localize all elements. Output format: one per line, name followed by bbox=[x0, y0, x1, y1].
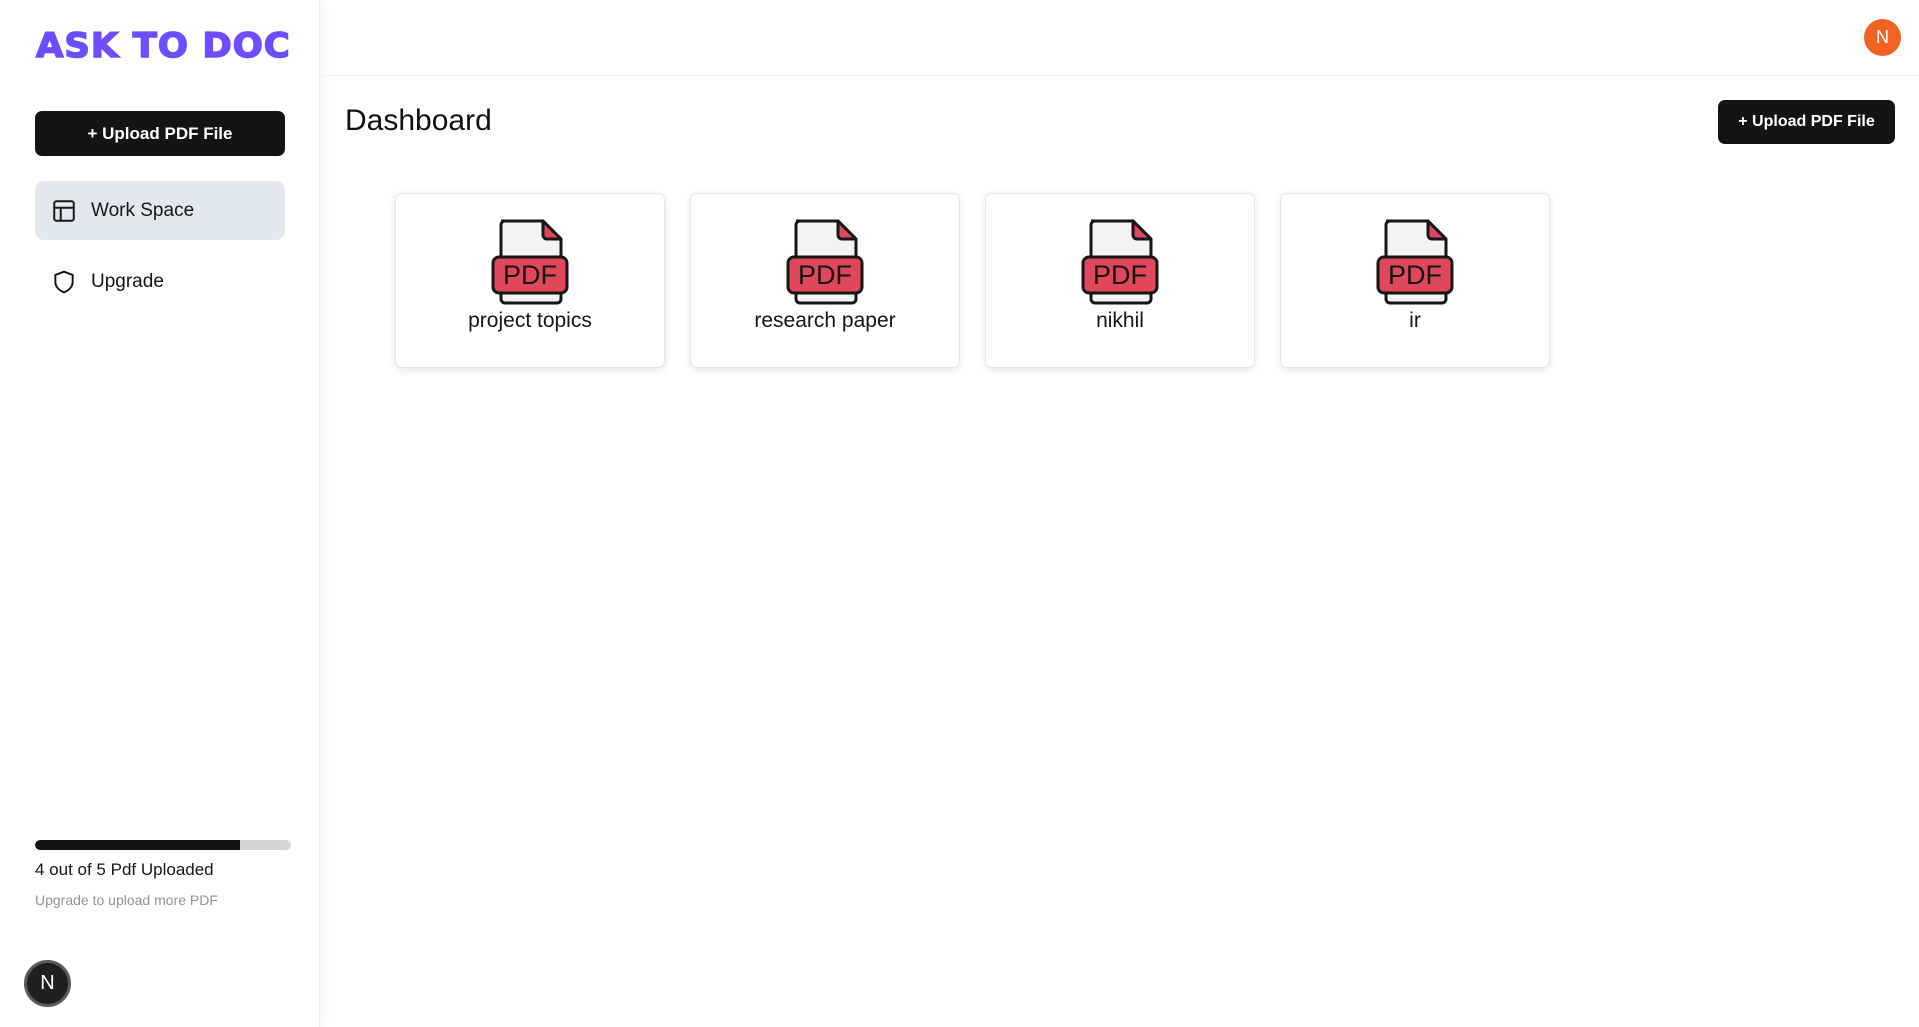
upload-progress-fill bbox=[35, 840, 240, 850]
shield-icon bbox=[51, 269, 77, 295]
sidebar: ASK TO DOC + Upload PDF File Work Space … bbox=[0, 0, 320, 1027]
top-bar: N bbox=[321, 0, 1919, 76]
pdf-file-icon: PDF bbox=[1376, 219, 1454, 305]
file-card[interactable]: PDF project topics bbox=[395, 193, 665, 368]
layout-icon bbox=[51, 198, 77, 224]
file-grid: PDF project topics PDF research paper PD… bbox=[395, 193, 1550, 368]
pdf-badge-text: PDF bbox=[1388, 260, 1442, 290]
pdf-file-icon: PDF bbox=[1081, 219, 1159, 305]
upload-progress-bar bbox=[35, 840, 291, 850]
file-name: project topics bbox=[468, 309, 592, 332]
user-avatar[interactable]: N bbox=[1864, 19, 1901, 56]
upload-usage: 4 out of 5 Pdf Uploaded Upgrade to uploa… bbox=[35, 840, 291, 908]
file-card[interactable]: PDF nikhil bbox=[985, 193, 1255, 368]
sidebar-upload-pdf-button[interactable]: + Upload PDF File bbox=[35, 111, 285, 156]
pdf-badge-text: PDF bbox=[1093, 260, 1147, 290]
sidebar-avatar[interactable]: N bbox=[24, 960, 71, 1007]
file-name: ir bbox=[1409, 309, 1421, 332]
sidebar-item-workspace[interactable]: Work Space bbox=[35, 181, 285, 240]
file-card[interactable]: PDF ir bbox=[1280, 193, 1550, 368]
pdf-file-icon: PDF bbox=[786, 219, 864, 305]
file-card[interactable]: PDF research paper bbox=[690, 193, 960, 368]
app-logo[interactable]: ASK TO DOC bbox=[35, 25, 291, 67]
file-name: research paper bbox=[754, 309, 896, 332]
pdf-badge-text: PDF bbox=[798, 260, 852, 290]
pdf-file-icon: PDF bbox=[491, 219, 569, 305]
app-root: ASK TO DOC + Upload PDF File Work Space … bbox=[0, 0, 1919, 1027]
upload-pdf-button[interactable]: + Upload PDF File bbox=[1718, 100, 1895, 144]
sidebar-item-label: Work Space bbox=[91, 199, 195, 221]
upgrade-hint-text: Upgrade to upload more PDF bbox=[35, 892, 218, 908]
upload-usage-text: 4 out of 5 Pdf Uploaded bbox=[35, 860, 214, 879]
pdf-badge-text: PDF bbox=[503, 260, 557, 290]
sidebar-item-label: Upgrade bbox=[91, 270, 164, 292]
page-title: Dashboard bbox=[345, 104, 492, 137]
sidebar-item-upgrade[interactable]: Upgrade bbox=[35, 252, 285, 311]
file-name: nikhil bbox=[1096, 309, 1144, 332]
